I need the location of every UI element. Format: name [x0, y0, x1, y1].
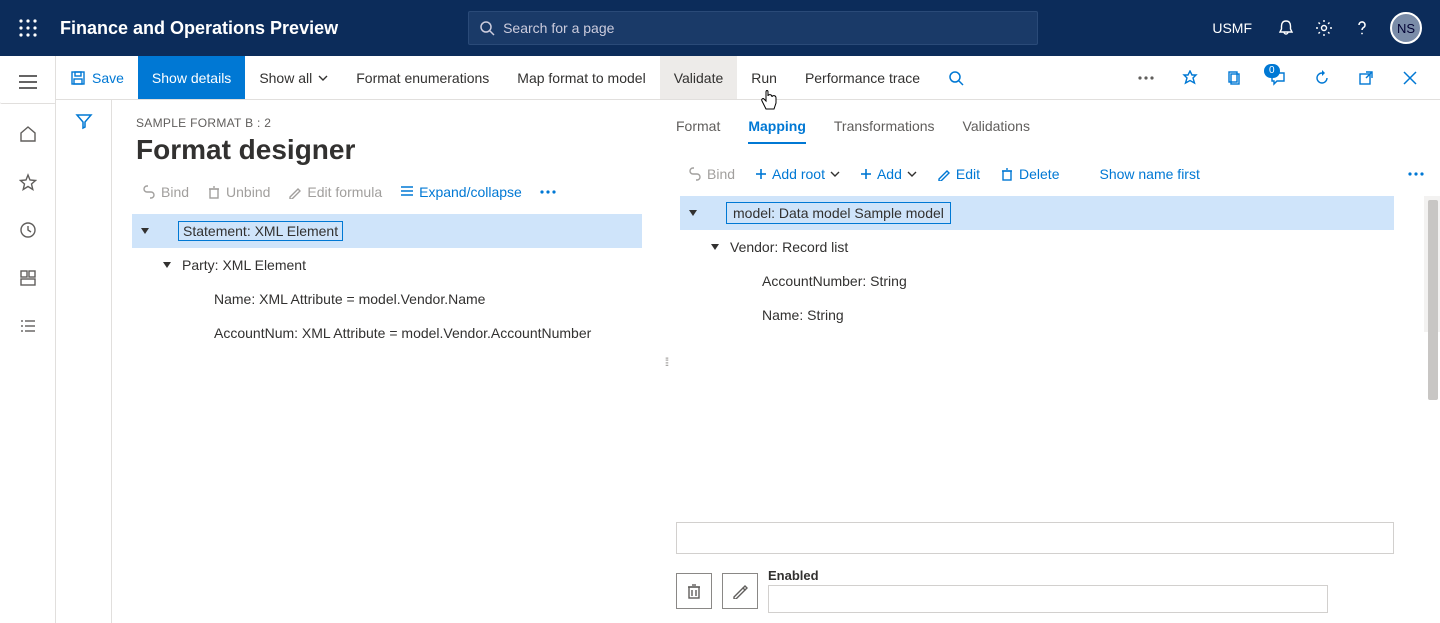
tree-node-model[interactable]: model: Data model Sample model: [680, 196, 1394, 230]
right-bind-button[interactable]: Bind: [680, 162, 743, 186]
messages-icon[interactable]: 0: [1260, 56, 1296, 100]
node-label: Name: XML Attribute = model.Vendor.Name: [214, 291, 485, 307]
home-icon[interactable]: [4, 112, 52, 156]
add-root-label: Add root: [772, 166, 825, 182]
tree-node-statement[interactable]: Statement: XML Element: [132, 214, 642, 248]
unbind-label: Unbind: [226, 184, 270, 200]
bind-label: Bind: [161, 184, 189, 200]
search-input[interactable]: Search for a page: [468, 11, 1038, 45]
edit-formula-button[interactable]: Edit formula: [280, 180, 390, 204]
run-button[interactable]: Run: [737, 56, 791, 99]
show-name-first-button[interactable]: Show name first: [1091, 162, 1207, 186]
tree-node-party[interactable]: Party: XML Element: [132, 248, 642, 282]
popout-icon[interactable]: [1348, 56, 1384, 100]
splitter[interactable]: ⁞⁞: [662, 100, 670, 623]
app-title: Finance and Operations Preview: [60, 18, 338, 39]
close-icon[interactable]: [1392, 56, 1428, 100]
show-details-button[interactable]: Show details: [138, 56, 245, 99]
save-button[interactable]: Save: [56, 56, 138, 99]
tree-node-name-string[interactable]: Name: String: [680, 298, 1394, 332]
tree-node-accountnumber[interactable]: AccountNumber: String: [680, 264, 1394, 298]
caret-icon[interactable]: [708, 242, 722, 252]
edit-button[interactable]: Edit: [929, 162, 988, 186]
tab-transformations[interactable]: Transformations: [834, 116, 935, 144]
left-more-icon[interactable]: [532, 186, 564, 198]
save-label: Save: [92, 70, 124, 86]
delete-expression-icon[interactable]: [676, 573, 712, 609]
show-all-label: Show all: [259, 70, 312, 86]
caret-icon[interactable]: [160, 260, 174, 270]
messages-badge: 0: [1264, 64, 1280, 78]
edit-expression-icon[interactable]: [722, 573, 758, 609]
unbind-button[interactable]: Unbind: [199, 180, 278, 204]
app-launcher-icon[interactable]: [0, 19, 56, 37]
format-enumerations-button[interactable]: Format enumerations: [342, 56, 503, 99]
expand-label: Expand/collapse: [419, 184, 522, 200]
node-label: Name: String: [762, 307, 844, 323]
show-all-button[interactable]: Show all: [245, 56, 342, 99]
right-bind-label: Bind: [707, 166, 735, 182]
edit-label: Edit: [956, 166, 980, 182]
node-label: AccountNum: XML Attribute = model.Vendor…: [214, 325, 591, 341]
filter-icon[interactable]: [75, 112, 93, 623]
map-format-button[interactable]: Map format to model: [503, 56, 659, 99]
right-more-icon[interactable]: [1400, 168, 1432, 180]
gear-icon[interactable]: [1314, 18, 1334, 38]
page-title: Format designer: [112, 134, 662, 180]
more-actions-icon[interactable]: [1128, 56, 1164, 100]
node-label: Party: XML Element: [182, 257, 306, 273]
help-icon[interactable]: [1352, 18, 1372, 38]
expression-input[interactable]: [676, 522, 1394, 554]
node-label: Statement: XML Element: [178, 221, 343, 241]
bell-icon[interactable]: [1276, 18, 1296, 38]
avatar[interactable]: NS: [1390, 12, 1422, 44]
add-button[interactable]: Add: [852, 162, 925, 186]
tab-validations[interactable]: Validations: [963, 116, 1030, 144]
tab-format[interactable]: Format: [676, 116, 720, 144]
options-icon[interactable]: [1172, 56, 1208, 100]
validate-button[interactable]: Validate: [660, 56, 738, 99]
add-label: Add: [877, 166, 902, 182]
node-label: AccountNumber: String: [762, 273, 907, 289]
performance-trace-button[interactable]: Performance trace: [791, 56, 934, 99]
attachments-icon[interactable]: [1216, 56, 1252, 100]
tab-mapping[interactable]: Mapping: [748, 116, 806, 144]
search-placeholder: Search for a page: [503, 20, 614, 36]
add-root-button[interactable]: Add root: [747, 162, 848, 186]
node-label: model: Data model Sample model: [726, 202, 951, 224]
tree-node-accountnum[interactable]: AccountNum: XML Attribute = model.Vendor…: [132, 316, 642, 350]
refresh-icon[interactable]: [1304, 56, 1340, 100]
enabled-label: Enabled: [768, 568, 1328, 583]
delete-button[interactable]: Delete: [992, 162, 1067, 186]
edit-formula-label: Edit formula: [307, 184, 382, 200]
recent-icon[interactable]: [4, 208, 52, 252]
tree-node-vendor[interactable]: Vendor: Record list: [680, 230, 1394, 264]
node-label: Vendor: Record list: [730, 239, 848, 255]
modules-icon[interactable]: [4, 304, 52, 348]
breadcrumb: SAMPLE FORMAT B : 2: [112, 116, 662, 134]
delete-label: Delete: [1019, 166, 1059, 182]
caret-icon[interactable]: [138, 226, 152, 236]
bind-button[interactable]: Bind: [134, 180, 197, 204]
scrollbar[interactable]: [1424, 196, 1440, 332]
enabled-input[interactable]: [768, 585, 1328, 613]
company-label[interactable]: USMF: [1212, 20, 1252, 36]
workspace-icon[interactable]: [4, 256, 52, 300]
hamburger-icon[interactable]: [0, 60, 56, 104]
star-icon[interactable]: [4, 160, 52, 204]
caret-icon[interactable]: [686, 208, 700, 218]
search-action-icon[interactable]: [934, 56, 978, 99]
tree-node-name[interactable]: Name: XML Attribute = model.Vendor.Name: [132, 282, 642, 316]
expand-collapse-button[interactable]: Expand/collapse: [392, 180, 530, 204]
action-bar: Save Show details Show all Format enumer…: [56, 56, 1440, 100]
